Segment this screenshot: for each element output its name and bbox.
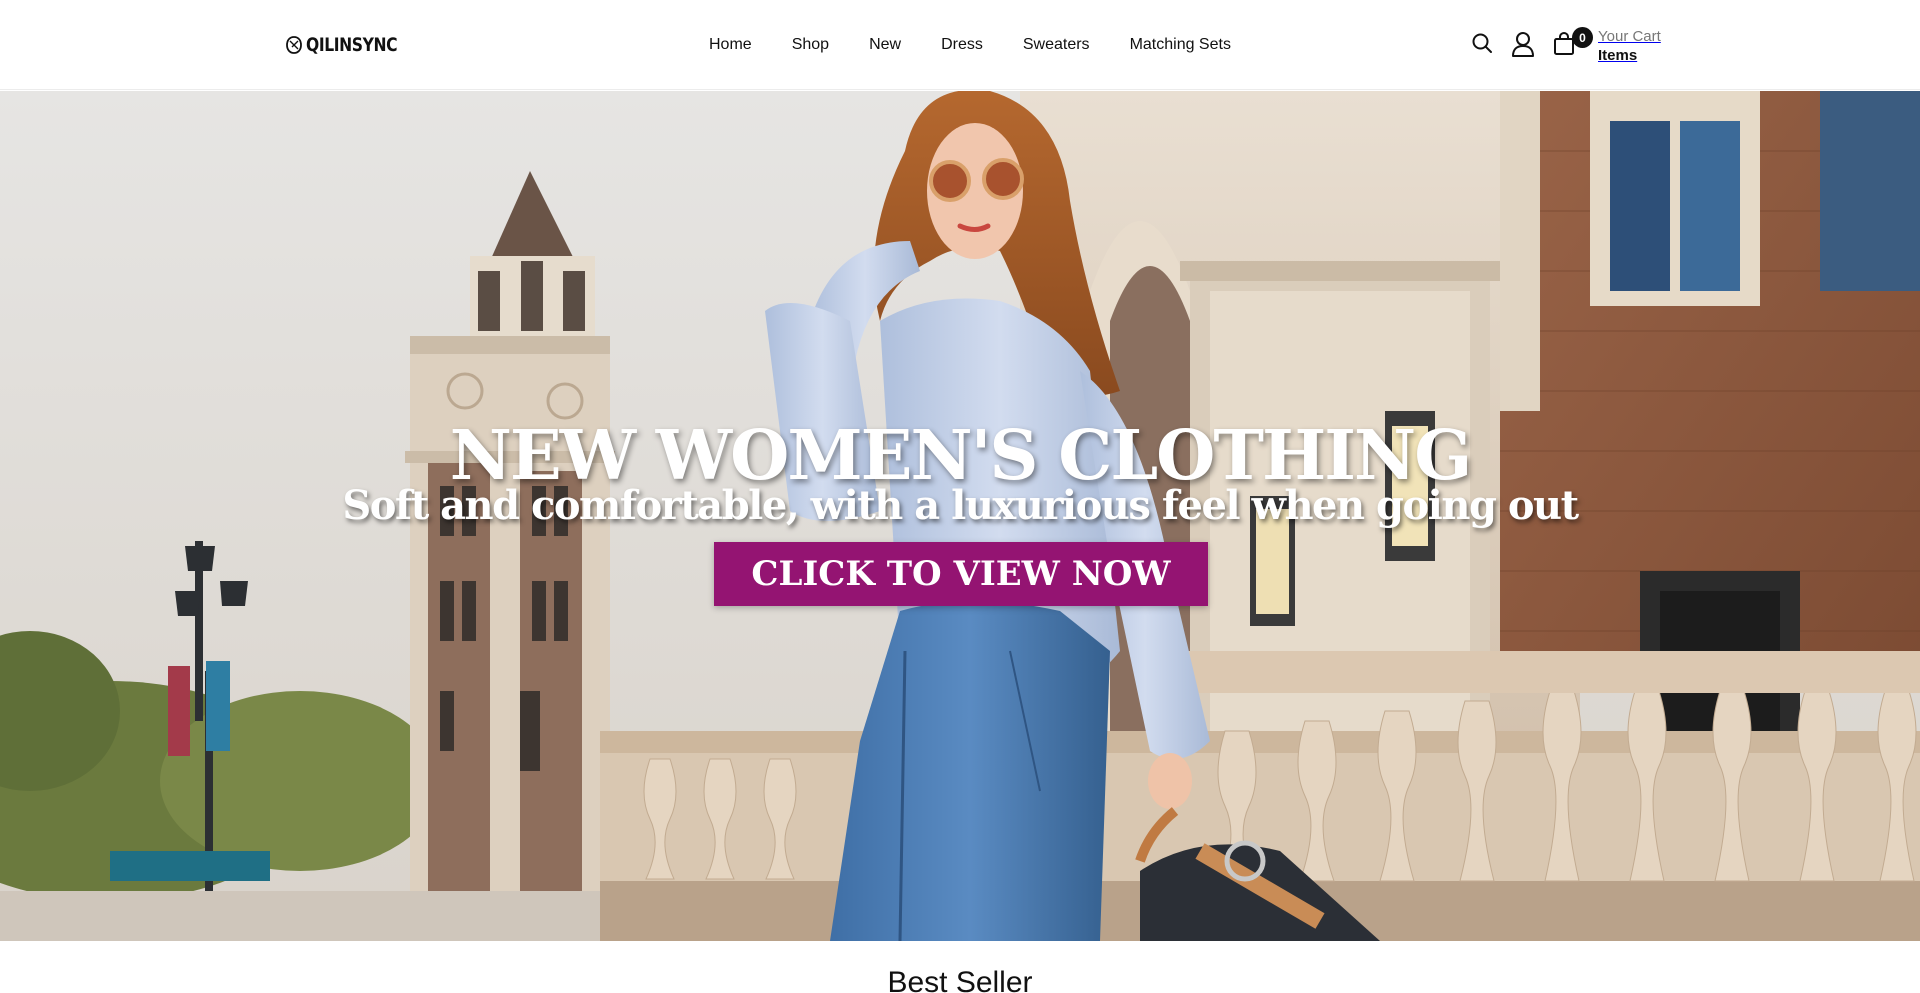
best-seller-heading: Best Seller [887, 966, 1033, 993]
nav-item-home[interactable]: Home [709, 35, 752, 55]
nav-item-matching-sets[interactable]: Matching Sets [1130, 35, 1231, 55]
nav-item-new[interactable]: New [869, 35, 901, 55]
nav-item-sweaters[interactable]: Sweaters [1023, 35, 1090, 55]
cart-count-badge: 0 [1572, 27, 1593, 48]
hero-subtitle: Soft and comfortable, with a luxurious f… [342, 482, 1579, 529]
nav-item-shop[interactable]: Shop [792, 35, 829, 55]
search-icon[interactable] [1471, 32, 1497, 58]
site-header: QILINSYNC Home Shop New Dress Sweaters M… [0, 0, 1920, 90]
view-now-button[interactable]: CLICK TO VIEW NOW [714, 542, 1208, 606]
user-icon[interactable] [1511, 31, 1537, 57]
hero-banner[interactable]: NEW WOMEN'S CLOTHING Soft and comfortabl… [0, 91, 1920, 941]
cart-link[interactable]: Your Cart Items [1598, 27, 1661, 65]
cart-items-label: Items [1598, 47, 1638, 64]
cart-label: Your Cart [1598, 28, 1661, 45]
nav-item-dress[interactable]: Dress [941, 35, 983, 55]
